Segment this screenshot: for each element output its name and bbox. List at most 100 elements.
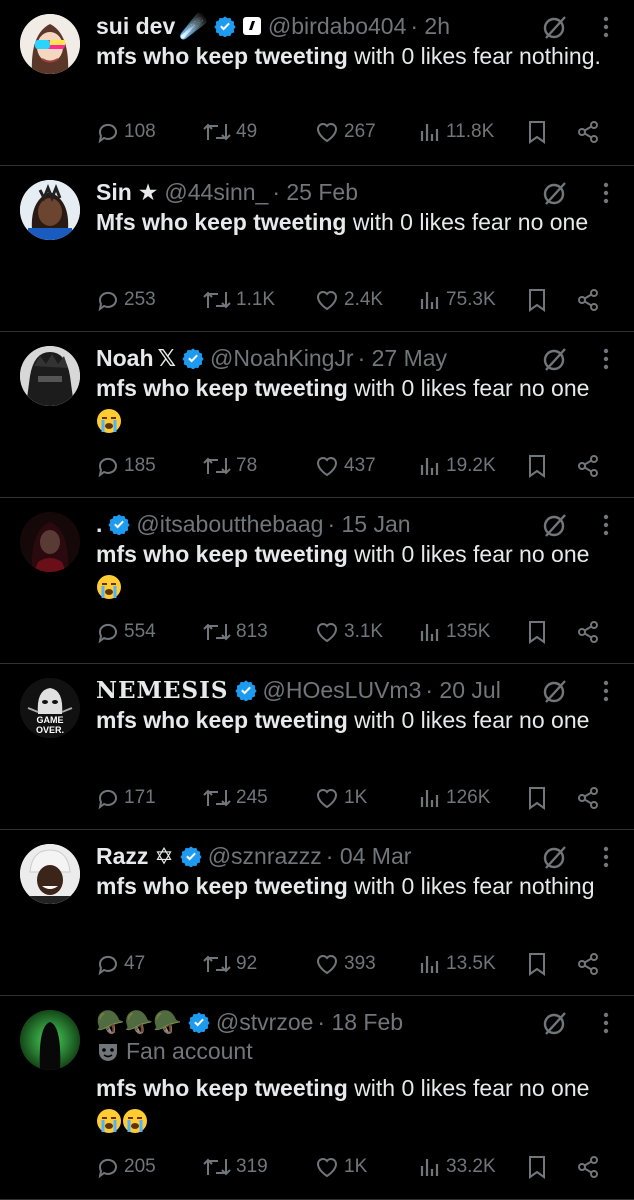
share-button[interactable]	[576, 117, 604, 147]
tweet-timestamp[interactable]: · 15 Jan	[327, 511, 410, 538]
avatar[interactable]	[20, 1010, 80, 1070]
more-icon[interactable]	[600, 1010, 612, 1036]
fan-account-text: Fan account	[126, 1038, 253, 1064]
theater-mask-icon	[99, 1043, 117, 1061]
share-button[interactable]	[576, 783, 604, 813]
avatar[interactable]	[20, 346, 80, 406]
avatar[interactable]: GAME OVER.	[20, 678, 80, 738]
bookmark-button[interactable]	[526, 285, 552, 315]
like-button[interactable]: 1K	[314, 783, 367, 813]
affiliate-badge-icon[interactable]	[242, 16, 262, 36]
more-icon[interactable]	[600, 512, 612, 538]
bookmark-button[interactable]	[526, 451, 552, 481]
display-name[interactable]: Razz	[96, 843, 148, 870]
user-handle[interactable]: @sznrazzz	[208, 843, 322, 870]
reply-button[interactable]: 205	[96, 1152, 156, 1182]
tweet-timestamp[interactable]: · 18 Feb	[317, 1009, 403, 1036]
reply-button[interactable]: 108	[96, 117, 156, 147]
grok-icon[interactable]	[542, 1010, 568, 1036]
views-button[interactable]: 11.8K	[418, 117, 494, 147]
retweet-button[interactable]: 92	[202, 949, 257, 979]
tweet-timestamp[interactable]: · 27 May	[358, 345, 447, 372]
tweet-text-rest: with 0 likes fear no one	[347, 375, 590, 401]
like-button[interactable]: 1K	[314, 1152, 367, 1182]
views-button[interactable]: 126K	[418, 783, 490, 813]
retweet-button[interactable]: 813	[202, 617, 268, 647]
like-button[interactable]: 3.1K	[314, 617, 383, 647]
more-icon[interactable]	[600, 180, 612, 206]
share-button[interactable]	[576, 617, 604, 647]
more-icon[interactable]	[600, 346, 612, 372]
display-name[interactable]: Noah	[96, 345, 154, 372]
tweet-timestamp[interactable]: · 20 Jul	[425, 677, 500, 704]
avatar[interactable]	[20, 844, 80, 904]
share-button[interactable]	[576, 285, 604, 315]
like-button[interactable]: 267	[314, 117, 376, 147]
more-icon[interactable]	[600, 844, 612, 870]
share-button[interactable]	[576, 949, 604, 979]
user-handle[interactable]: @stvrzoe	[216, 1009, 313, 1036]
more-icon[interactable]	[600, 14, 612, 40]
views-button[interactable]: 33.2K	[418, 1152, 496, 1182]
avatar[interactable]	[20, 512, 80, 572]
bookmark-button[interactable]	[526, 949, 552, 979]
verified-badge-icon	[108, 513, 131, 535]
grok-icon[interactable]	[542, 678, 568, 704]
grok-icon[interactable]	[542, 14, 568, 40]
display-name[interactable]: NEMESIS	[96, 677, 229, 704]
views-button[interactable]: 135K	[418, 617, 490, 647]
tweet-timestamp[interactable]: · 25 Feb	[272, 179, 358, 206]
views-button[interactable]: 19.2K	[418, 451, 496, 481]
display-name[interactable]: Sin	[96, 179, 132, 206]
more-icon[interactable]	[600, 678, 612, 704]
views-button[interactable]: 13.5K	[418, 949, 496, 979]
retweet-button[interactable]: 78	[202, 451, 257, 481]
tweet-text-rest: with 0 likes fear no one	[347, 541, 590, 567]
reply-button[interactable]: 554	[96, 617, 156, 647]
grok-icon[interactable]	[542, 346, 568, 372]
reply-button[interactable]: 171	[96, 783, 156, 813]
like-button[interactable]: 2.4K	[314, 285, 383, 315]
display-name[interactable]: 🪖🪖🪖	[96, 1009, 182, 1036]
verified-badge-icon	[180, 845, 202, 867]
avatar[interactable]	[20, 180, 80, 240]
tweet-card[interactable]: Noah 𝕏 @NoahKingJr · 27 May mfs who keep…	[0, 332, 634, 498]
grok-icon[interactable]	[542, 512, 568, 538]
reply-button[interactable]: 185	[96, 451, 156, 481]
reply-button[interactable]: 47	[96, 949, 145, 979]
tweet-timestamp[interactable]: · 04 Mar	[326, 843, 412, 870]
bookmark-button[interactable]	[526, 1152, 552, 1182]
display-name[interactable]: sui dev	[96, 13, 175, 40]
share-button[interactable]	[576, 1152, 604, 1182]
retweet-button[interactable]: 49	[202, 117, 257, 147]
tweet-card[interactable]: Sin ★ @44sinn_ · 25 Feb Mfs who keep twe…	[0, 166, 634, 332]
tweet-timestamp[interactable]: · 2h	[410, 13, 450, 40]
grok-icon[interactable]	[542, 180, 568, 206]
retweet-icon	[203, 789, 231, 807]
like-button[interactable]: 437	[314, 451, 376, 481]
avatar[interactable]	[20, 14, 80, 74]
views-button[interactable]: 75.3K	[418, 285, 496, 315]
tweet-card[interactable]: Razz ✡ @sznrazzz · 04 Mar mfs who keep t…	[0, 830, 634, 996]
user-handle[interactable]: @HOesLUVm3	[263, 677, 422, 704]
grok-icon[interactable]	[542, 844, 568, 870]
user-handle[interactable]: @44sinn_	[164, 179, 268, 206]
user-handle[interactable]: @NoahKingJr	[210, 345, 354, 372]
user-handle[interactable]: @birdabo404	[268, 13, 406, 40]
tweet-card[interactable]: GAME OVER. NEMESIS @HOesLUVm3 · 20 Jul m…	[0, 664, 634, 830]
tweet-card[interactable]: sui dev ☄️ @birdabo404 · 2h mfs who keep…	[0, 0, 634, 166]
tweet-card[interactable]: . @itsaboutthebaag · 15 Jan mfs who keep…	[0, 498, 634, 664]
share-button[interactable]	[576, 451, 604, 481]
bookmark-button[interactable]	[526, 117, 552, 147]
user-handle[interactable]: @itsaboutthebaag	[136, 511, 323, 538]
like-count: 1K	[344, 787, 368, 808]
retweet-button[interactable]: 1.1K	[202, 285, 275, 315]
retweet-button[interactable]: 319	[202, 1152, 268, 1182]
retweet-button[interactable]: 245	[202, 783, 268, 813]
tweet-card[interactable]: 🪖🪖🪖 @stvrzoe · 18 Feb Fan account mfs wh…	[0, 996, 634, 1200]
display-name[interactable]: .	[96, 511, 102, 538]
bookmark-button[interactable]	[526, 617, 552, 647]
like-button[interactable]: 393	[314, 949, 376, 979]
bookmark-button[interactable]	[526, 783, 552, 813]
reply-button[interactable]: 253	[96, 285, 156, 315]
